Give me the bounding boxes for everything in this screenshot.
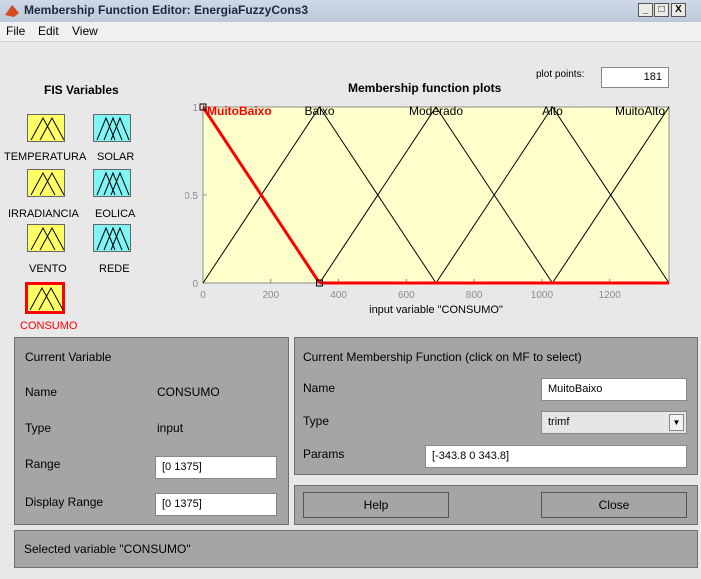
current-variable-header: Current Variable bbox=[25, 350, 112, 364]
output-var-rede[interactable] bbox=[93, 224, 131, 252]
maximize-button[interactable]: □ bbox=[654, 3, 669, 17]
x-tick-label: 1000 bbox=[531, 290, 554, 301]
output-var-eolica-label: EOLICA bbox=[95, 208, 136, 220]
mf-name-label-moderado: Moderado bbox=[409, 104, 463, 118]
mf-icon bbox=[30, 226, 65, 251]
output-var-rede-label: REDE bbox=[99, 263, 130, 275]
type-label: Type bbox=[25, 421, 52, 435]
mf-type-value: trimf bbox=[548, 416, 570, 428]
input-var-irradiancia[interactable] bbox=[27, 169, 65, 197]
x-tick-label: 1200 bbox=[599, 290, 622, 301]
menu-file[interactable]: File bbox=[6, 24, 25, 38]
variable-name-value: CONSUMO bbox=[157, 385, 220, 399]
close-window-button[interactable]: X bbox=[671, 3, 686, 17]
x-tick-label: 800 bbox=[466, 290, 483, 301]
input-var-consumo[interactable] bbox=[25, 282, 65, 314]
mf-params-label: Params bbox=[303, 447, 345, 461]
mf-name-label-alto: Alto bbox=[542, 104, 563, 118]
y-tick-label: 0 bbox=[192, 279, 198, 290]
chevron-down-icon[interactable]: ▼ bbox=[669, 414, 684, 431]
range-input[interactable]: [0 1375] bbox=[155, 456, 277, 479]
x-tick-label: 600 bbox=[398, 290, 415, 301]
input-var-vento-label: VENTO bbox=[29, 263, 67, 275]
selected-label-clip: CONSUMO bbox=[0, 318, 130, 330]
x-tick-label: 200 bbox=[262, 290, 279, 301]
output-var-eolica[interactable] bbox=[93, 169, 131, 197]
x-axis-label: input variable "CONSUMO" bbox=[369, 304, 503, 316]
window-title: Membership Function Editor: EnergiaFuzzy… bbox=[24, 3, 309, 17]
mf-type-select[interactable]: trimf ▼ bbox=[541, 411, 687, 434]
variable-type-value: input bbox=[157, 421, 184, 435]
display-range-label: Display Range bbox=[25, 495, 104, 509]
mf-icon bbox=[30, 116, 65, 141]
current-variable-panel: Current Variable Name CONSUMO Type input… bbox=[14, 337, 289, 525]
mf-icon bbox=[96, 226, 130, 251]
status-text: Selected variable "CONSUMO" bbox=[24, 542, 191, 556]
close-button[interactable]: Close bbox=[541, 492, 687, 518]
y-tick-label: 0.5 bbox=[185, 191, 198, 202]
mf-name-label-baixo: Baixo bbox=[305, 104, 335, 118]
title-bar: Membership Function Editor: EnergiaFuzzy… bbox=[0, 0, 701, 23]
buttons-panel: Help Close bbox=[294, 485, 698, 525]
input-var-temperatura[interactable] bbox=[27, 114, 65, 142]
current-mf-header: Current Membership Function (click on MF… bbox=[303, 350, 582, 364]
input-var-temperatura-label: TEMPERATURA bbox=[4, 151, 87, 163]
membership-plot[interactable]: 0 0.5 1 0 200 400 600 800 1000 1200 input variable… bbox=[185, 92, 685, 332]
input-var-consumo-label: CONSUMO bbox=[20, 320, 78, 330]
menu-view[interactable]: View bbox=[72, 24, 98, 38]
range-label: Range bbox=[25, 457, 61, 471]
x-tick-label: 0 bbox=[200, 290, 206, 301]
plot-points-input[interactable]: 181 bbox=[601, 67, 669, 88]
mf-name-label-muitoalto: MuitoAlto bbox=[615, 104, 665, 118]
output-var-solar-label: SOLAR bbox=[97, 151, 135, 163]
display-range-input[interactable]: [0 1375] bbox=[155, 493, 277, 516]
mf-icon bbox=[29, 286, 64, 311]
mf-params-input[interactable]: [-343.8 0 343.8] bbox=[425, 445, 687, 468]
mf-name-input[interactable]: MuitoBaixo bbox=[541, 378, 687, 401]
mf-icon bbox=[30, 171, 65, 196]
input-var-vento[interactable] bbox=[27, 224, 65, 252]
x-tick-label: 400 bbox=[330, 290, 347, 301]
input-var-irradiancia-label: IRRADIANCIA bbox=[8, 208, 79, 220]
menu-bar: File Edit View bbox=[0, 22, 701, 42]
output-var-solar[interactable] bbox=[93, 114, 131, 142]
mf-icon bbox=[96, 171, 130, 196]
y-tick-label: 1 bbox=[192, 103, 198, 114]
current-mf-panel: Current Membership Function (click on MF… bbox=[294, 337, 698, 475]
matlab-icon bbox=[5, 5, 19, 17]
minimize-button[interactable]: _ bbox=[638, 3, 653, 17]
menu-edit[interactable]: Edit bbox=[38, 24, 59, 38]
mf-name-label-muitobaixo: MuitoBaixo bbox=[207, 104, 272, 118]
mf-type-label: Type bbox=[303, 414, 330, 428]
help-button[interactable]: Help bbox=[303, 492, 449, 518]
plot-points-label: plot points: bbox=[536, 69, 585, 80]
mf-name-label: Name bbox=[303, 381, 336, 395]
fis-variables-title: FIS Variables bbox=[44, 83, 119, 97]
plot-background bbox=[202, 106, 670, 284]
mf-icon bbox=[96, 116, 130, 141]
name-label: Name bbox=[25, 385, 58, 399]
